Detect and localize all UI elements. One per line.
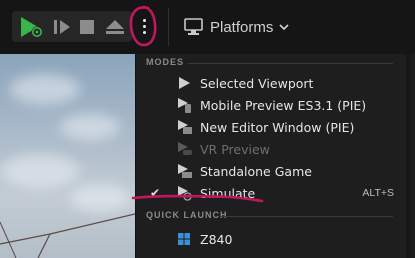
quick-launch-section-header: QUICK LAUNCH — [146, 210, 228, 220]
menu-item-device-z840[interactable]: Z840 — [136, 228, 411, 250]
frame-skip-icon — [54, 20, 70, 34]
stop-icon — [80, 20, 94, 34]
shortcut-label: ALT+S — [362, 187, 394, 199]
menu-item-mobile-preview[interactable]: Mobile Preview ES3.1 (PIE) — [136, 94, 411, 116]
menu-item-label: Z840 — [200, 231, 233, 247]
play-controls-group — [12, 11, 132, 42]
menu-item-new-editor-window[interactable]: New Editor Window (PIE) — [136, 116, 411, 138]
vr-preview-icon — [176, 141, 192, 157]
frame-skip-button[interactable] — [52, 15, 72, 39]
section-divider — [188, 63, 393, 64]
new-window-icon — [176, 119, 192, 135]
modes-section-header: MODES — [146, 57, 185, 67]
play-modes-menu: MODES Selected Viewport Mobile Preview E… — [135, 54, 411, 258]
play-icon — [21, 17, 43, 38]
more-play-options-button[interactable] — [137, 12, 151, 40]
menu-item-simulate[interactable]: ✔ Simulate ALT+S — [136, 182, 411, 204]
menu-item-label: Selected Viewport — [200, 75, 314, 91]
simulate-icon — [176, 185, 192, 201]
section-divider — [220, 216, 393, 217]
play-toolbar: Platforms — [0, 0, 415, 54]
menu-item-label: Standalone Game — [200, 163, 312, 179]
menu-item-label: Simulate — [200, 185, 256, 201]
menu-item-selected-viewport[interactable]: Selected Viewport — [136, 72, 411, 94]
menu-item-label: Mobile Preview ES3.1 (PIE) — [200, 97, 367, 113]
toolbar-separator — [168, 8, 169, 46]
eject-icon — [106, 20, 124, 34]
checkmark-icon: ✔ — [150, 186, 161, 200]
stop-button[interactable] — [78, 15, 96, 39]
menu-item-label: New Editor Window (PIE) — [200, 119, 355, 135]
mobile-preview-icon — [176, 97, 192, 113]
eject-button[interactable] — [104, 15, 126, 39]
platforms-dropdown[interactable]: Platforms — [184, 14, 289, 40]
scene-wireframe — [0, 213, 135, 258]
menu-item-vr-preview[interactable]: VR Preview — [136, 138, 411, 160]
chevron-down-icon — [279, 24, 289, 31]
play-triangle-icon — [176, 75, 192, 91]
platforms-label: Platforms — [210, 18, 274, 36]
menu-item-label: VR Preview — [200, 141, 270, 157]
play-button[interactable] — [18, 15, 44, 39]
platforms-icon — [184, 18, 203, 35]
vertical-ellipsis-icon — [142, 18, 146, 22]
level-viewport[interactable] — [0, 54, 135, 258]
menu-scrollbar[interactable] — [406, 54, 411, 258]
menu-item-standalone-game[interactable]: Standalone Game — [136, 160, 411, 182]
windows-device-icon — [176, 231, 192, 247]
standalone-game-icon — [176, 163, 192, 179]
